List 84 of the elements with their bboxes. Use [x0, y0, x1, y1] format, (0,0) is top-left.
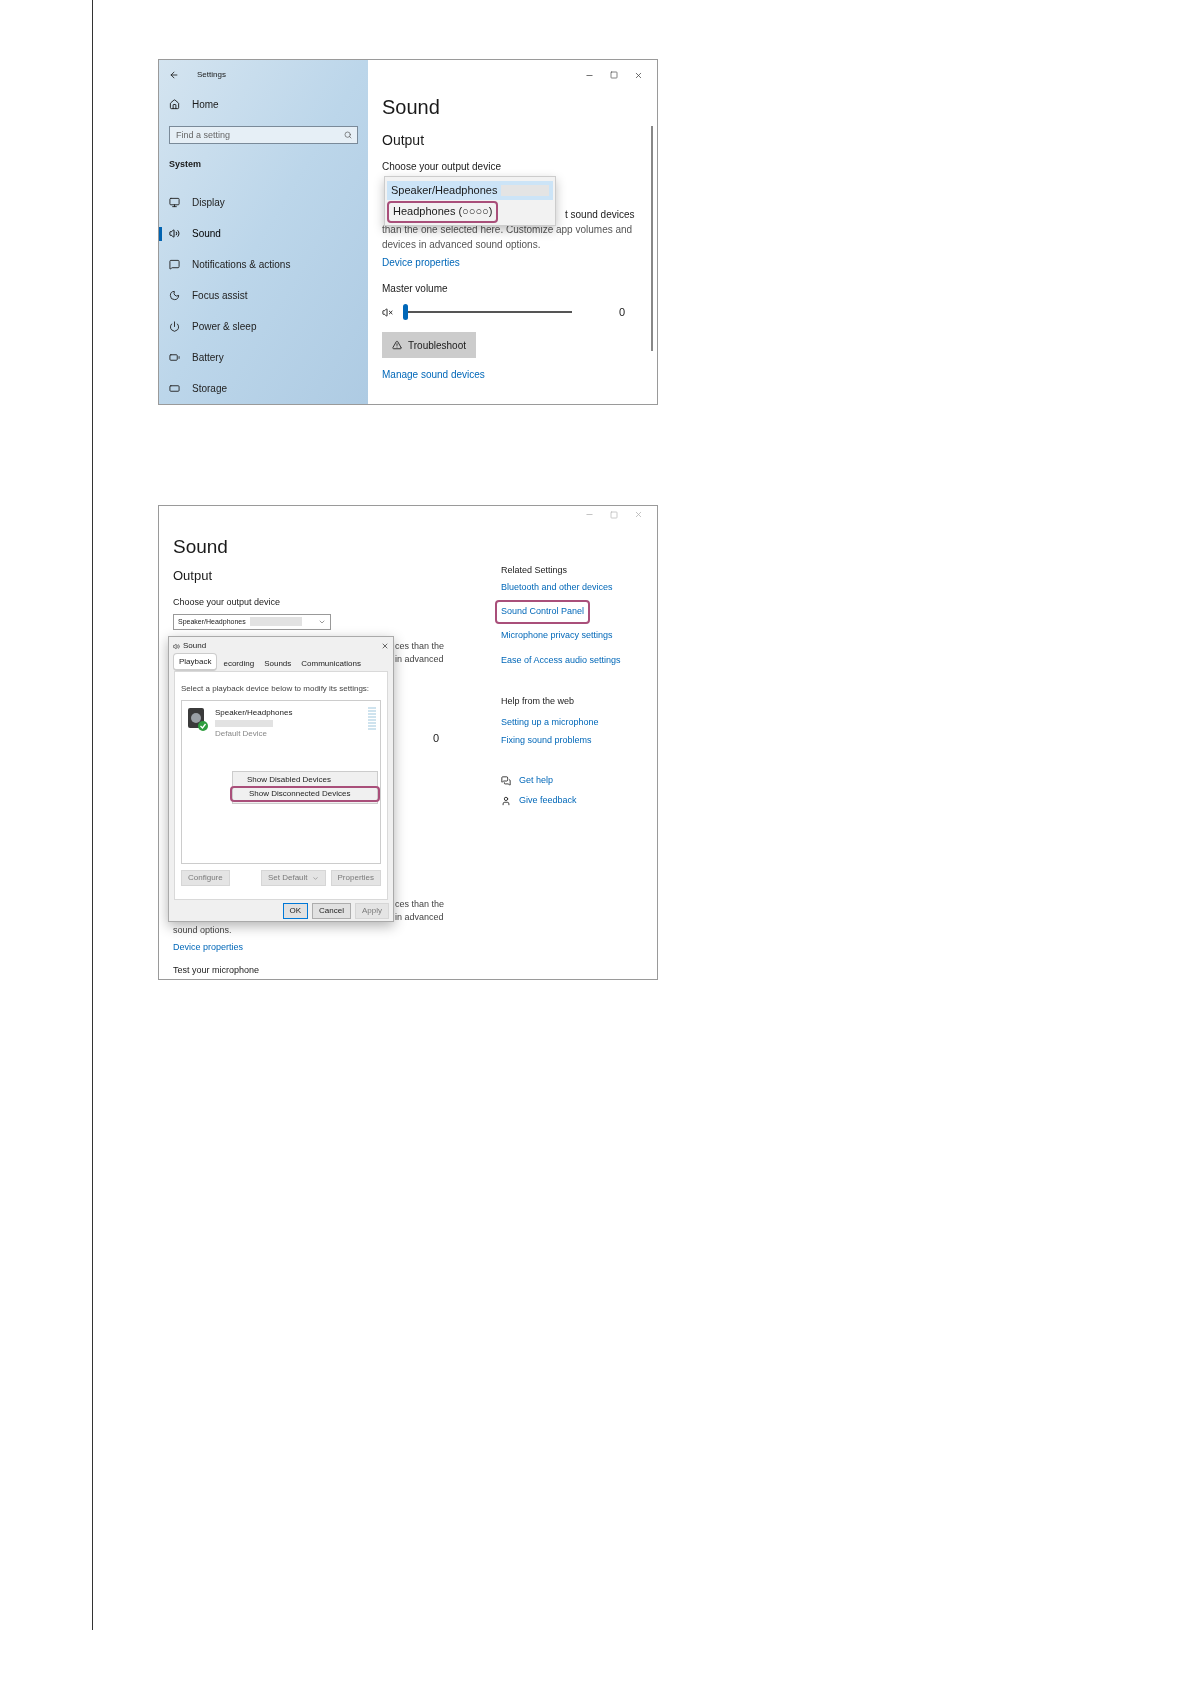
redacted-bar — [249, 617, 302, 627]
home-icon — [169, 98, 180, 110]
home-link[interactable]: Home — [192, 96, 219, 112]
volume-reading: 0 — [619, 304, 626, 320]
speaker-device-icon — [187, 707, 209, 731]
help-link[interactable]: Fixing sound problems — [501, 734, 592, 748]
dropdown-option[interactable]: Speaker/Headphones — [387, 181, 553, 200]
menu-item[interactable]: Show Disabled Devices — [233, 773, 377, 786]
support-link[interactable]: Get help — [519, 774, 554, 788]
nav-item[interactable]: Notifications & actions — [169, 257, 291, 272]
description-text: in advanced — [395, 653, 444, 664]
volume-reading: 0 — [433, 731, 440, 744]
volume-label: Master volume — [382, 281, 448, 296]
description-text: sound options. — [173, 925, 232, 936]
manage-devices-link[interactable]: Manage sound devices — [382, 366, 485, 382]
close-icon[interactable] — [381, 642, 389, 650]
related-link[interactable]: Sound Control Panel — [495, 600, 591, 624]
nav-item[interactable]: Storage — [169, 381, 228, 396]
power-icon — [169, 321, 180, 332]
help-link[interactable]: Setting up a microphone — [501, 716, 599, 730]
person-icon — [501, 796, 511, 806]
instruction-text: Select a playback device below to modify its settings: — [181, 684, 370, 693]
menu-item[interactable]: Show Disconnected Devices — [230, 786, 380, 802]
redacted-bar — [215, 720, 273, 727]
troubleshoot-button[interactable]: Troubleshoot — [382, 332, 476, 358]
dialog-button[interactable]: OK — [282, 903, 309, 919]
dialog-tab[interactable]: Playback — [173, 653, 218, 671]
nav-item[interactable]: Power & sleep — [169, 319, 257, 334]
nav-item[interactable]: Focus assist — [169, 288, 248, 303]
device-status: Default Device — [215, 728, 269, 740]
description-text: ces than the — [395, 640, 445, 651]
mute-icon[interactable] — [382, 306, 393, 318]
back-icon[interactable] — [169, 70, 179, 80]
slider-thumb[interactable] — [403, 304, 408, 320]
maximize-icon[interactable] — [610, 71, 618, 79]
caret-icon — [311, 874, 319, 882]
device-name[interactable]: Speaker/Headphones — [215, 707, 293, 719]
level-meter — [368, 707, 376, 731]
related-link[interactable]: Ease of Access audio settings — [501, 654, 621, 668]
related-link[interactable]: Bluetooth and other devices — [501, 581, 613, 595]
speaker-icon — [169, 228, 180, 239]
page-title: Sound — [173, 534, 229, 559]
section-heading: Test your microphone — [173, 964, 260, 978]
dialog-tab[interactable]: Communications — [297, 657, 365, 671]
scrollbar[interactable] — [651, 126, 653, 351]
dialog-button[interactable]: Cancel — [312, 903, 351, 919]
app-title: Settings — [197, 69, 226, 81]
support-link[interactable]: Give feedback — [519, 794, 577, 808]
volume-slider[interactable] — [403, 304, 573, 320]
chat-bubbles-icon — [501, 776, 511, 786]
close-icon[interactable] — [634, 70, 643, 80]
device-properties-link[interactable]: Device properties — [173, 941, 244, 955]
monitor-icon — [169, 197, 180, 208]
section-heading: Output — [173, 566, 214, 585]
chat-bubble-icon — [169, 259, 180, 270]
related-link[interactable]: Microphone privacy settings — [501, 629, 613, 643]
battery-icon — [169, 352, 180, 363]
search-icon[interactable] — [344, 131, 352, 139]
nav-item[interactable]: Battery — [169, 350, 224, 365]
search-field[interactable]: Find a setting — [169, 126, 358, 144]
speaker-icon — [173, 642, 180, 650]
warning-icon — [392, 340, 402, 350]
device-properties-link[interactable]: Device properties — [382, 254, 460, 270]
description-text: t sound devices — [565, 209, 635, 220]
dialog-tab[interactable]: ecording — [219, 657, 259, 671]
nav-item[interactable]: Sound — [169, 226, 221, 241]
field-label: Choose your output device — [382, 160, 502, 174]
description-text: ces than the — [395, 899, 445, 910]
section-heading: Output — [382, 131, 426, 150]
dialog-title: Sound — [183, 640, 207, 652]
description-text: than the one selected here. Customize app volumes and — [382, 224, 633, 235]
description-text: devices in advanced sound options. — [382, 239, 541, 250]
help-heading: Help from the web — [501, 695, 575, 709]
drive-icon — [169, 383, 180, 394]
related-heading: Related Settings — [501, 564, 568, 578]
field-label: Choose your output device — [173, 595, 282, 609]
section-heading: System — [169, 158, 202, 172]
nav-item[interactable]: Display — [169, 195, 225, 210]
description-text: in advanced — [395, 912, 444, 923]
dialog-tab[interactable]: Sounds — [260, 657, 296, 671]
moon-icon — [169, 290, 180, 301]
page-title: Sound — [382, 95, 441, 120]
dropdown-option[interactable]: Headphones (○○○○) — [387, 200, 499, 223]
redacted-bar — [501, 185, 549, 196]
